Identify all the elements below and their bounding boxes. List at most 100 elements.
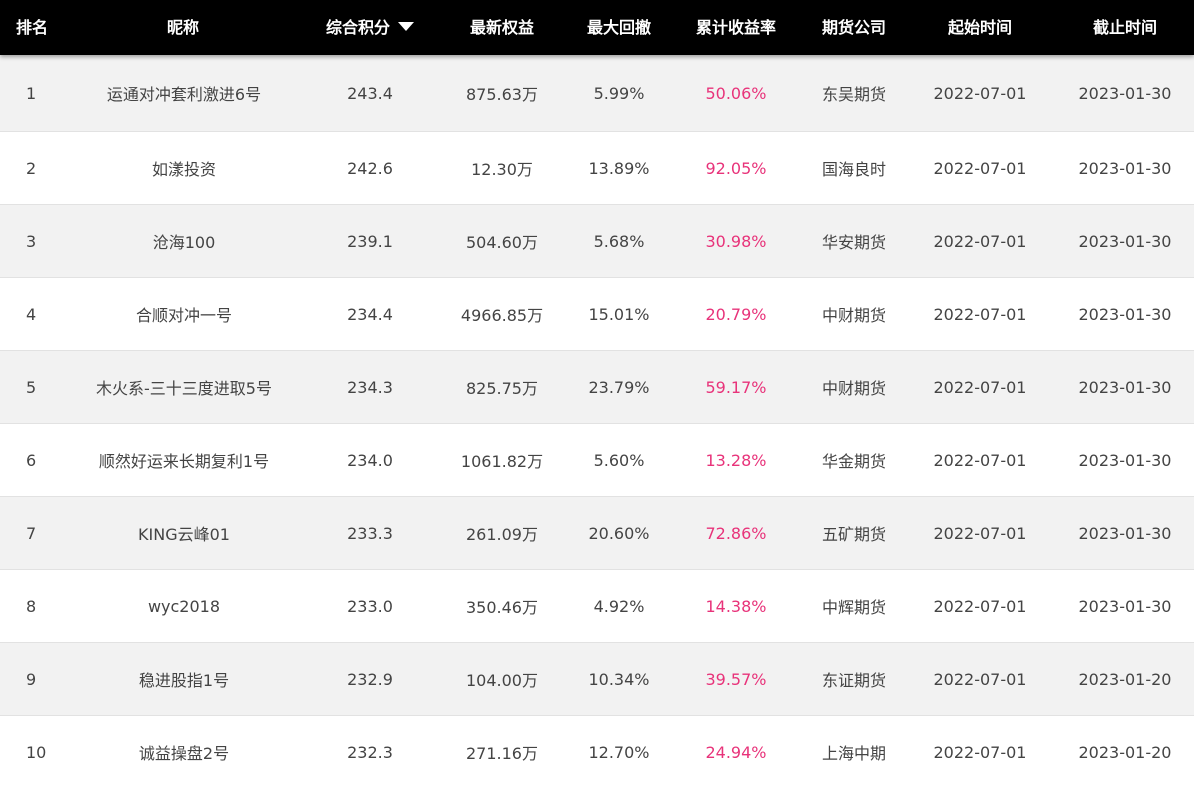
header-nickname: 昵称 xyxy=(166,18,199,37)
cell-equity: 825.75万 xyxy=(466,379,538,398)
cell-nickname[interactable]: 稳进股指1号 xyxy=(84,643,284,715)
cell-rank: 2 xyxy=(26,158,37,178)
cell-company: 上海中期 xyxy=(821,744,886,763)
table-row[interactable]: 9 稳进股指1号 232.9 104.00万 10.34% 39.57% 东证期货 2022-… xyxy=(0,643,1194,716)
cell-drawdown: 4.92% xyxy=(593,596,645,616)
cell-equity: 504.60万 xyxy=(466,233,538,252)
cell-rank: 10 xyxy=(26,742,47,762)
cell-rank: 8 xyxy=(26,596,37,616)
cell-end-time: 2023-01-30 xyxy=(1078,377,1172,397)
cell-return: 92.05% xyxy=(705,158,767,178)
cell-return: 13.28% xyxy=(705,450,767,470)
table-row[interactable]: 7 KING云峰01 233.3 261.09万 20.60% 72.86% 五矿期货 202… xyxy=(0,497,1194,570)
cell-start-time: 2022-07-01 xyxy=(933,304,1027,324)
cell-end-time: 2023-01-30 xyxy=(1078,450,1172,470)
cell-nickname[interactable]: 诚益操盘2号 xyxy=(84,716,284,787)
cell-company: 华安期货 xyxy=(821,233,886,252)
table-row[interactable]: 3 沧海100 239.1 504.60万 5.68% 30.98% 华安期货 2022-07… xyxy=(0,205,1194,278)
header-return: 累计收益率 xyxy=(695,18,776,37)
cell-drawdown: 23.79% xyxy=(588,377,650,397)
cell-nickname[interactable]: 木火系-三十三度进取5号 xyxy=(84,351,284,423)
header-equity: 最新权益 xyxy=(469,18,534,37)
cell-score: 234.3 xyxy=(347,377,393,397)
cell-score: 234.0 xyxy=(347,450,393,470)
cell-start-time: 2022-07-01 xyxy=(933,377,1027,397)
cell-end-time: 2023-01-30 xyxy=(1078,304,1172,324)
cell-score: 242.6 xyxy=(347,158,393,178)
cell-rank: 3 xyxy=(26,231,37,251)
cell-end-time: 2023-01-30 xyxy=(1078,596,1172,616)
cell-score: 233.3 xyxy=(347,523,393,543)
cell-company: 国海良时 xyxy=(821,160,886,179)
cell-end-time: 2023-01-30 xyxy=(1078,523,1172,543)
cell-drawdown: 5.60% xyxy=(593,450,645,470)
cell-company: 中财期货 xyxy=(821,379,886,398)
cell-company: 东吴期货 xyxy=(821,85,886,104)
cell-return: 30.98% xyxy=(705,231,767,251)
cell-equity: 875.63万 xyxy=(466,85,538,104)
cell-score: 239.1 xyxy=(347,231,393,251)
table-body: 1 运通对冲套利激进6号 243.4 875.63万 5.99% 50.06% 东吴期货 20… xyxy=(0,55,1194,787)
ranking-table: 排名 昵称 综合积分 最新权益 最大回撤 累计收益率 期货公司 起始时间 截止时… xyxy=(0,0,1194,787)
cell-return: 59.17% xyxy=(705,377,767,397)
cell-drawdown: 10.34% xyxy=(588,669,650,689)
table-row[interactable]: 2 如漾投资 242.6 12.30万 13.89% 92.05% 国海良时 2022-07-… xyxy=(0,132,1194,205)
cell-nickname[interactable]: wyc2018 xyxy=(84,570,284,642)
cell-start-time: 2022-07-01 xyxy=(933,596,1027,616)
cell-company: 中财期货 xyxy=(821,306,886,325)
cell-company: 中辉期货 xyxy=(821,598,886,617)
table-row[interactable]: 5 木火系-三十三度进取5号 234.3 825.75万 23.79% 59.17% 中财期… xyxy=(0,351,1194,424)
table-row[interactable]: 8 wyc2018 233.0 350.46万 4.92% 14.38% 中辉期货 2022-… xyxy=(0,570,1194,643)
cell-equity: 1061.82万 xyxy=(460,452,544,471)
cell-nickname[interactable]: 顺然好运来长期复利1号 xyxy=(84,424,284,496)
cell-start-time: 2022-07-01 xyxy=(933,450,1027,470)
cell-equity: 104.00万 xyxy=(466,671,538,690)
cell-return: 39.57% xyxy=(705,669,767,689)
cell-rank: 7 xyxy=(26,523,37,543)
header-score-sort[interactable]: 综合积分 xyxy=(300,0,440,55)
cell-end-time: 2023-01-30 xyxy=(1078,158,1172,178)
cell-company: 华金期货 xyxy=(821,452,886,471)
header-score-label: 综合积分 xyxy=(325,18,390,37)
cell-start-time: 2022-07-01 xyxy=(933,158,1027,178)
table-row[interactable]: 1 运通对冲套利激进6号 243.4 875.63万 5.99% 50.06% 东吴期货 20… xyxy=(0,55,1194,132)
cell-nickname[interactable]: 如漾投资 xyxy=(84,132,284,204)
cell-equity: 12.30万 xyxy=(471,160,533,179)
cell-nickname[interactable]: KING云峰01 xyxy=(84,497,284,569)
cell-score: 243.4 xyxy=(347,83,393,103)
cell-rank: 1 xyxy=(26,83,37,103)
cell-company: 东证期货 xyxy=(821,671,886,690)
header-start-time: 起始时间 xyxy=(947,18,1012,37)
cell-start-time: 2022-07-01 xyxy=(933,669,1027,689)
cell-return: 24.94% xyxy=(705,742,767,762)
cell-nickname[interactable]: 运通对冲套利激进6号 xyxy=(84,55,284,131)
cell-equity: 4966.85万 xyxy=(460,306,544,325)
cell-score: 234.4 xyxy=(347,304,393,324)
table-row[interactable]: 6 顺然好运来长期复利1号 234.0 1061.82万 5.60% 13.28% 华金期货… xyxy=(0,424,1194,497)
cell-rank: 6 xyxy=(26,450,37,470)
cell-equity: 271.16万 xyxy=(466,744,538,763)
cell-drawdown: 5.68% xyxy=(593,231,645,251)
cell-rank: 9 xyxy=(26,669,37,689)
table-row[interactable]: 10 诚益操盘2号 232.3 271.16万 12.70% 24.94% 上海中期 2022… xyxy=(0,716,1194,787)
table-row[interactable]: 4 合顺对冲一号 234.4 4966.85万 15.01% 20.79% 中财期货 2022… xyxy=(0,278,1194,351)
cell-company: 五矿期货 xyxy=(821,525,886,544)
cell-score: 232.3 xyxy=(347,742,393,762)
cell-nickname[interactable]: 沧海100 xyxy=(84,205,284,277)
cell-drawdown: 20.60% xyxy=(588,523,650,543)
cell-start-time: 2022-07-01 xyxy=(933,523,1027,543)
cell-start-time: 2022-07-01 xyxy=(933,231,1027,251)
cell-end-time: 2023-01-30 xyxy=(1078,231,1172,251)
cell-equity: 350.46万 xyxy=(466,598,538,617)
cell-nickname[interactable]: 合顺对冲一号 xyxy=(84,278,284,350)
cell-end-time: 2023-01-30 xyxy=(1078,83,1172,103)
cell-end-time: 2023-01-20 xyxy=(1078,669,1172,689)
cell-rank: 5 xyxy=(26,377,37,397)
header-end-time: 截止时间 xyxy=(1092,18,1157,37)
cell-end-time: 2023-01-20 xyxy=(1078,742,1172,762)
cell-return: 20.79% xyxy=(705,304,767,324)
caret-down-icon xyxy=(398,22,414,31)
header-company: 期货公司 xyxy=(821,18,886,37)
cell-rank: 4 xyxy=(26,304,37,324)
table-header: 排名 昵称 综合积分 最新权益 最大回撤 累计收益率 期货公司 起始时间 截止时… xyxy=(0,0,1194,55)
